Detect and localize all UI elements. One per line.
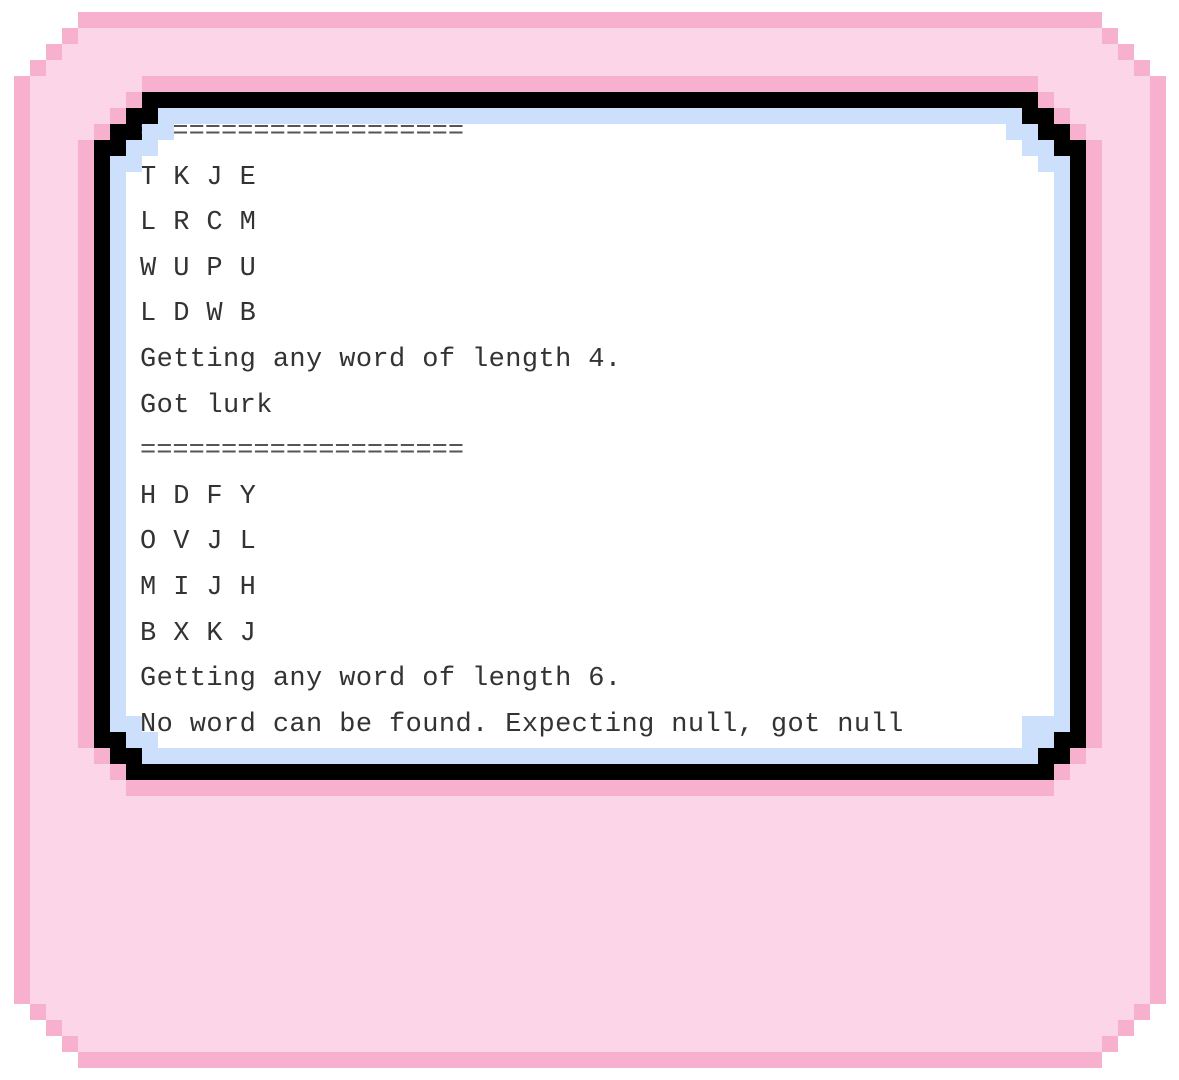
console-line: Getting any word of length 6. (140, 664, 622, 695)
console-line: No word can be found. Expecting null, go… (140, 709, 904, 740)
console-line: O V J L (140, 527, 257, 558)
console-line: L R C M (140, 208, 257, 239)
console-line: B X K J (140, 618, 257, 649)
console-line: Getting any word of length 4. (140, 345, 622, 375)
console-line: W U P U (140, 253, 257, 284)
console-line: M I J H (140, 573, 257, 603)
console-line: T K J E (140, 162, 257, 193)
pixel-frame-window: ==================== T K J E L R C M W U P … (0, 0, 1179, 1080)
console-line: H D F Y (140, 481, 257, 512)
separator-line: ==================== (140, 117, 465, 147)
separator-line: ==================== (140, 436, 465, 467)
console-line: L D W B (140, 299, 257, 330)
console-output: ==================== T K J E L R C M W U P … (140, 110, 1040, 742)
console-line: Got lurk (140, 390, 273, 421)
